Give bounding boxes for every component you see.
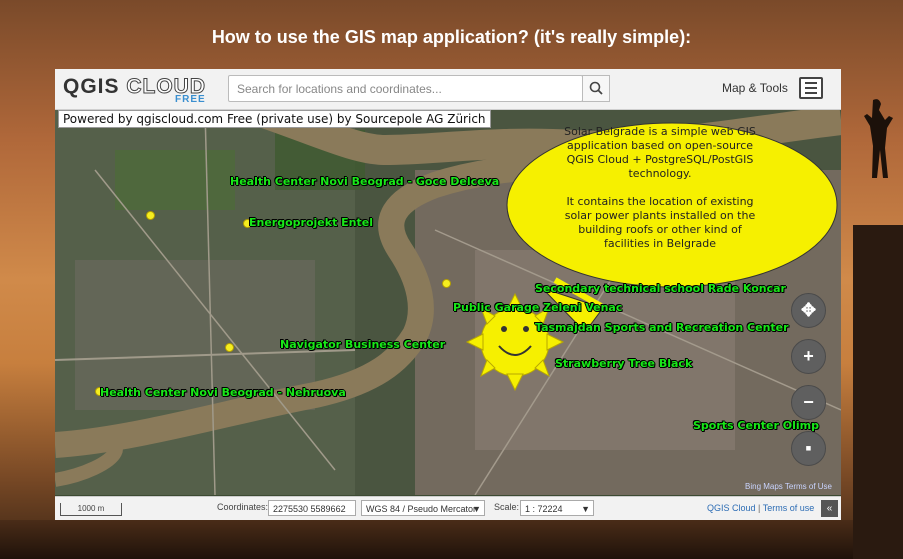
top-bar: QGIS CLOUD FREE Map & Tools xyxy=(55,69,841,110)
solar-plant-point[interactable] xyxy=(442,279,451,288)
footer-links: QGIS Cloud | Terms of use xyxy=(707,503,814,513)
map-label[interactable]: Secondary technical school Rade Koncar xyxy=(535,282,786,295)
scale-value: 1 : 72224 xyxy=(525,504,563,514)
map-label[interactable]: Navigator Business Center xyxy=(280,338,445,351)
map-label[interactable]: Energoprojekt Entel xyxy=(249,216,373,229)
page-title: How to use the GIS map application? (it'… xyxy=(211,27,692,47)
solar-plant-point[interactable] xyxy=(146,211,155,220)
chevron-down-icon: ▼ xyxy=(472,504,481,514)
scale-bar: 1000 m xyxy=(60,503,122,516)
collapse-button[interactable]: « xyxy=(821,500,838,517)
monument-statue xyxy=(864,99,893,178)
gis-app-window: QGIS CLOUD FREE Map & Tools Powered by q… xyxy=(55,69,841,520)
search-input[interactable] xyxy=(229,76,585,101)
layers-icon[interactable]: ▪ xyxy=(791,431,826,466)
crs-value: WGS 84 / Pseudo Mercator xyxy=(366,504,477,514)
map-label[interactable]: Strawberry Tree Black xyxy=(555,357,692,370)
logo-free-tag: FREE xyxy=(175,94,206,105)
info-speech-bubble: Solar Belgrade is a simple web GIS appli… xyxy=(560,125,760,251)
coordinates-label: Coordinates: xyxy=(217,502,269,512)
bubble-paragraph-1: Solar Belgrade is a simple web GIS appli… xyxy=(564,125,756,180)
map-label[interactable]: Tasmajdan Sports and Recreation Center xyxy=(535,321,789,334)
pan-icon[interactable]: ✥ xyxy=(791,293,826,328)
crs-select[interactable]: WGS 84 / Pseudo Mercator ▼ xyxy=(361,500,485,516)
solar-plant-point[interactable] xyxy=(225,343,234,352)
qgis-cloud-link[interactable]: QGIS Cloud xyxy=(707,503,756,513)
coordinates-field[interactable]: 2275530 5589662 xyxy=(268,500,356,516)
zoom-out-button[interactable]: − xyxy=(791,385,826,420)
zoom-in-button[interactable]: + xyxy=(791,339,826,374)
search-icon xyxy=(589,81,603,95)
search-box xyxy=(228,75,585,102)
monument-pedestal xyxy=(853,225,903,559)
powered-by-note[interactable]: Powered by qgiscloud.com Free (private u… xyxy=(58,110,491,128)
chevron-down-icon: ▼ xyxy=(581,504,590,514)
link-separator: | xyxy=(758,503,761,513)
map-label[interactable]: Public Garage Zeleni Venac xyxy=(453,301,622,314)
scale-label: Scale: xyxy=(494,502,520,512)
background-ground xyxy=(0,520,903,559)
hamburger-menu-icon[interactable] xyxy=(799,77,823,99)
map-tools-label[interactable]: Map & Tools xyxy=(722,81,788,95)
map-label[interactable]: Sports Center Olimp xyxy=(693,419,819,432)
map-label[interactable]: Health Center Novi Beograd - Goce Delcev… xyxy=(230,175,499,188)
scale-select[interactable]: 1 : 72224 ▼ xyxy=(520,500,594,516)
bottom-bar: 1000 m Coordinates: 2275530 5589662 WGS … xyxy=(55,496,841,520)
search-button[interactable] xyxy=(582,75,610,102)
map-label[interactable]: Health Center Novi Beograd - Nehruova xyxy=(100,386,346,399)
bing-terms-link[interactable]: Bing Maps Terms of Use xyxy=(745,482,832,491)
bubble-paragraph-2: It contains the location of existing sol… xyxy=(564,195,756,250)
terms-of-use-link[interactable]: Terms of use xyxy=(763,503,815,513)
